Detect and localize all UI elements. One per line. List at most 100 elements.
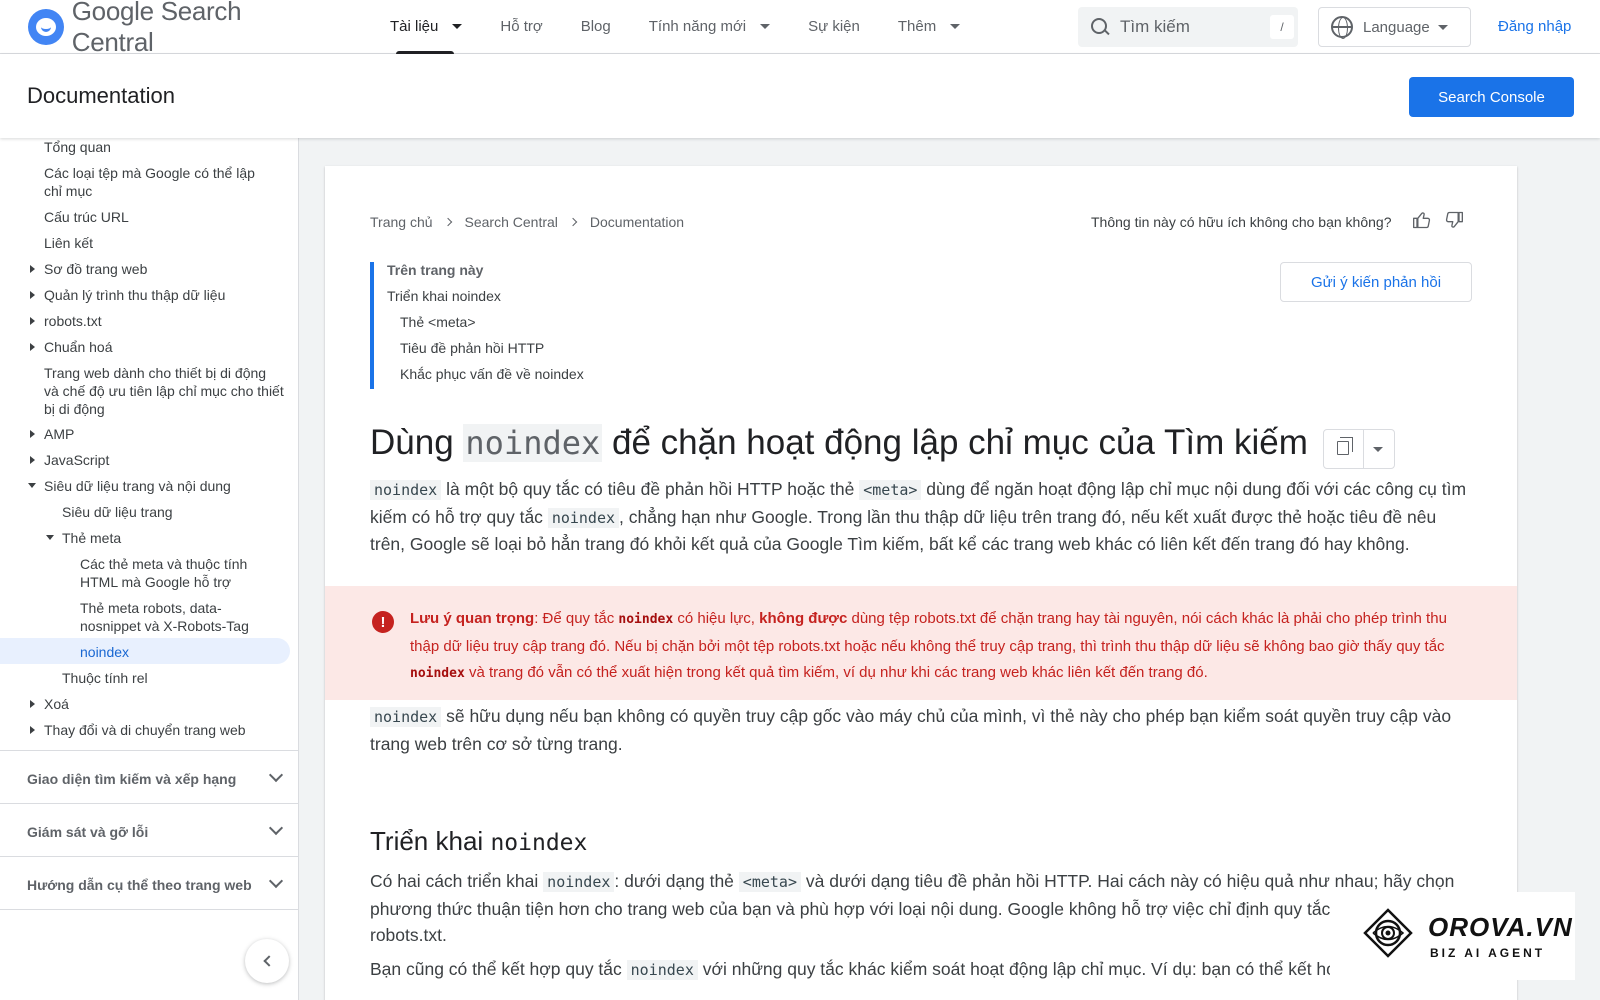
expand-arrow-icon[interactable] [30,700,35,708]
copy-button[interactable] [1324,430,1364,468]
search-box[interactable]: / [1078,7,1298,47]
sidebar-item[interactable]: Thẻ meta [62,529,121,547]
paragraph-text: sẽ hữu dụng nếu bạn không có quyền truy … [370,706,1452,754]
nav-tab-whats-new[interactable]: Tính năng mới [649,0,771,54]
copy-options-dropdown[interactable] [1364,430,1394,468]
toc-link[interactable]: Khắc phục vấn đề về noindex [400,366,584,382]
notice-text: Lưu ý quan trọng: Để quy tắc noindex có … [410,606,1470,688]
inline-code: noindex [370,480,442,500]
sidebar-item[interactable]: Trang web dành cho thiết bị di động và c… [44,364,284,418]
toc-link[interactable]: Triển khai noindex [387,288,501,304]
send-feedback-button[interactable]: Gửi ý kiến phản hồi [1280,262,1472,302]
inline-code: noindex [410,666,465,681]
sidebar-item[interactable]: Thẻ meta robots, data-nosnippet và X-Rob… [80,599,280,635]
sidebar-item[interactable]: Các thẻ meta và thuộc tính HTML mà Googl… [80,555,280,591]
inline-code: noindex [370,707,442,727]
search-icon [1090,17,1110,37]
notice-text-part: và trang đó vẫn có thể xuất hiện trong k… [468,664,1208,681]
collapse-arrow-icon[interactable] [46,535,54,540]
nav-tab-more[interactable]: Thêm [897,0,961,54]
nav-tab-blog[interactable]: Blog [581,0,611,54]
sidebar-item[interactable]: Xoá [44,695,69,713]
thumbs-down-icon[interactable] [1444,210,1464,230]
paragraph-text: Bạn cũng có thể kết hợp quy tắc [370,959,622,979]
sidebar-item[interactable]: Sơ đồ trang web [44,260,147,278]
nav-tab-support[interactable]: Hỗ trợ [500,0,542,54]
breadcrumb: Trang chủ Search Central Documentation [370,214,684,230]
breadcrumb-link[interactable]: Search Central [465,214,558,230]
combine-rules-paragraph: Bạn cũng có thể kết hợp quy tắc noindex … [370,956,1472,984]
inline-code: noindex [618,612,674,627]
inline-code: <meta> [859,480,922,500]
divider [0,909,298,910]
sidebar-item[interactable]: JavaScript [44,451,109,469]
heading-text: Triển khai [370,826,484,856]
toc-link[interactable]: Tiêu đề phản hồi HTTP [400,340,544,356]
inline-code: noindex [547,507,620,528]
top-navigation-bar: Google Search Central Tài liệu Hỗ trợ Bl… [0,0,1600,57]
collapse-arrow-icon[interactable] [28,483,36,488]
nav-label: Tài liệu [390,18,439,35]
watermark-subtitle: BIZ AI AGENT [1430,946,1546,960]
chevron-right-icon [443,217,452,227]
chevron-down-icon [1373,447,1383,452]
search-central-logo-icon [28,8,64,45]
chevron-down-icon [1437,24,1448,30]
thumbs-up-icon[interactable] [1412,210,1432,230]
notice-text-part: có hiệu lực, [677,610,755,627]
chevron-right-icon [568,217,578,227]
expand-arrow-icon[interactable] [30,317,35,325]
sidebar-item[interactable]: Siêu dữ liệu trang [62,503,173,521]
sidebar-section-site-guides[interactable]: Hướng dẫn cụ thể theo trang web [27,877,252,893]
important-notice: ! Lưu ý quan trọng: Để quy tắc noindex c… [325,586,1517,700]
chevron-left-icon [263,955,275,967]
chevron-down-icon [760,24,771,29]
inline-code: <meta> [738,872,801,892]
page-title: Dùng noindex để chặn hoạt động lập chỉ m… [370,423,1308,463]
sidebar-item[interactable]: Các loại tệp mà Google có thể lập chỉ mụ… [44,164,274,200]
chevron-down-icon [452,24,463,29]
divider [0,856,298,857]
sidebar-item[interactable]: AMP [44,425,74,443]
expand-arrow-icon[interactable] [30,265,35,273]
nav-label: Sự kiện [808,18,860,35]
sidebar-item[interactable]: Thuộc tính rel [62,669,148,687]
sidebar-item[interactable]: robots.txt [44,312,102,330]
toc-link[interactable]: Thẻ <meta> [400,314,476,330]
chevron-down-icon[interactable] [268,767,284,783]
paragraph-text: : dưới dạng thẻ [614,871,734,891]
sidebar-item-noindex[interactable]: noindex [80,643,129,661]
sidebar-item[interactable]: Cấu trúc URL [44,208,129,226]
collapse-sidebar-button[interactable] [245,939,289,983]
intro-paragraph: noindex là một bộ quy tắc có tiêu đề phả… [370,476,1472,558]
sign-in-link[interactable]: Đăng nhập [1498,18,1571,35]
language-selector[interactable]: Language [1318,7,1471,47]
search-input[interactable] [1120,17,1260,37]
site-logo[interactable]: Google Search Central [28,0,328,58]
chevron-down-icon[interactable] [268,873,284,889]
expand-arrow-icon[interactable] [30,456,35,464]
sidebar-item[interactable]: Liên kết [44,234,93,252]
nav-tab-documentation[interactable]: Tài liệu [390,0,463,54]
sidebar-item[interactable]: Siêu dữ liệu trang và nội dung [44,477,231,495]
nav-tab-events[interactable]: Sự kiện [808,0,860,54]
expand-arrow-icon[interactable] [30,430,35,438]
nav-label: Thêm [897,18,937,35]
sidebar-item[interactable]: Thay đổi và di chuyển trang web [44,721,246,739]
sidebar-item[interactable]: Tổng quan [44,138,111,156]
sidebar-section-monitoring[interactable]: Giám sát và gỡ lỗi [27,824,148,840]
article-card: Trang chủ Search Central Documentation T… [325,166,1517,1000]
expand-arrow-icon[interactable] [30,726,35,734]
sidebar-navigation: Tổng quan Các loại tệp mà Google có thể … [0,138,299,1000]
sidebar-item[interactable]: Chuẩn hoá [44,338,113,356]
chevron-down-icon[interactable] [268,820,284,836]
expand-arrow-icon[interactable] [30,343,35,351]
breadcrumb-link[interactable]: Documentation [590,214,684,230]
sidebar-section-search-appearance[interactable]: Giao diện tìm kiếm và xếp hạng [27,771,236,787]
sidebar-item[interactable]: Quản lý trình thu thập dữ liệu [44,286,225,304]
expand-arrow-icon[interactable] [30,291,35,299]
breadcrumb-link[interactable]: Trang chủ [370,214,433,230]
search-console-button[interactable]: Search Console [1409,77,1574,117]
language-label: Language [1363,18,1430,36]
root-access-paragraph: noindex sẽ hữu dụng nếu bạn không có quy… [370,703,1472,757]
